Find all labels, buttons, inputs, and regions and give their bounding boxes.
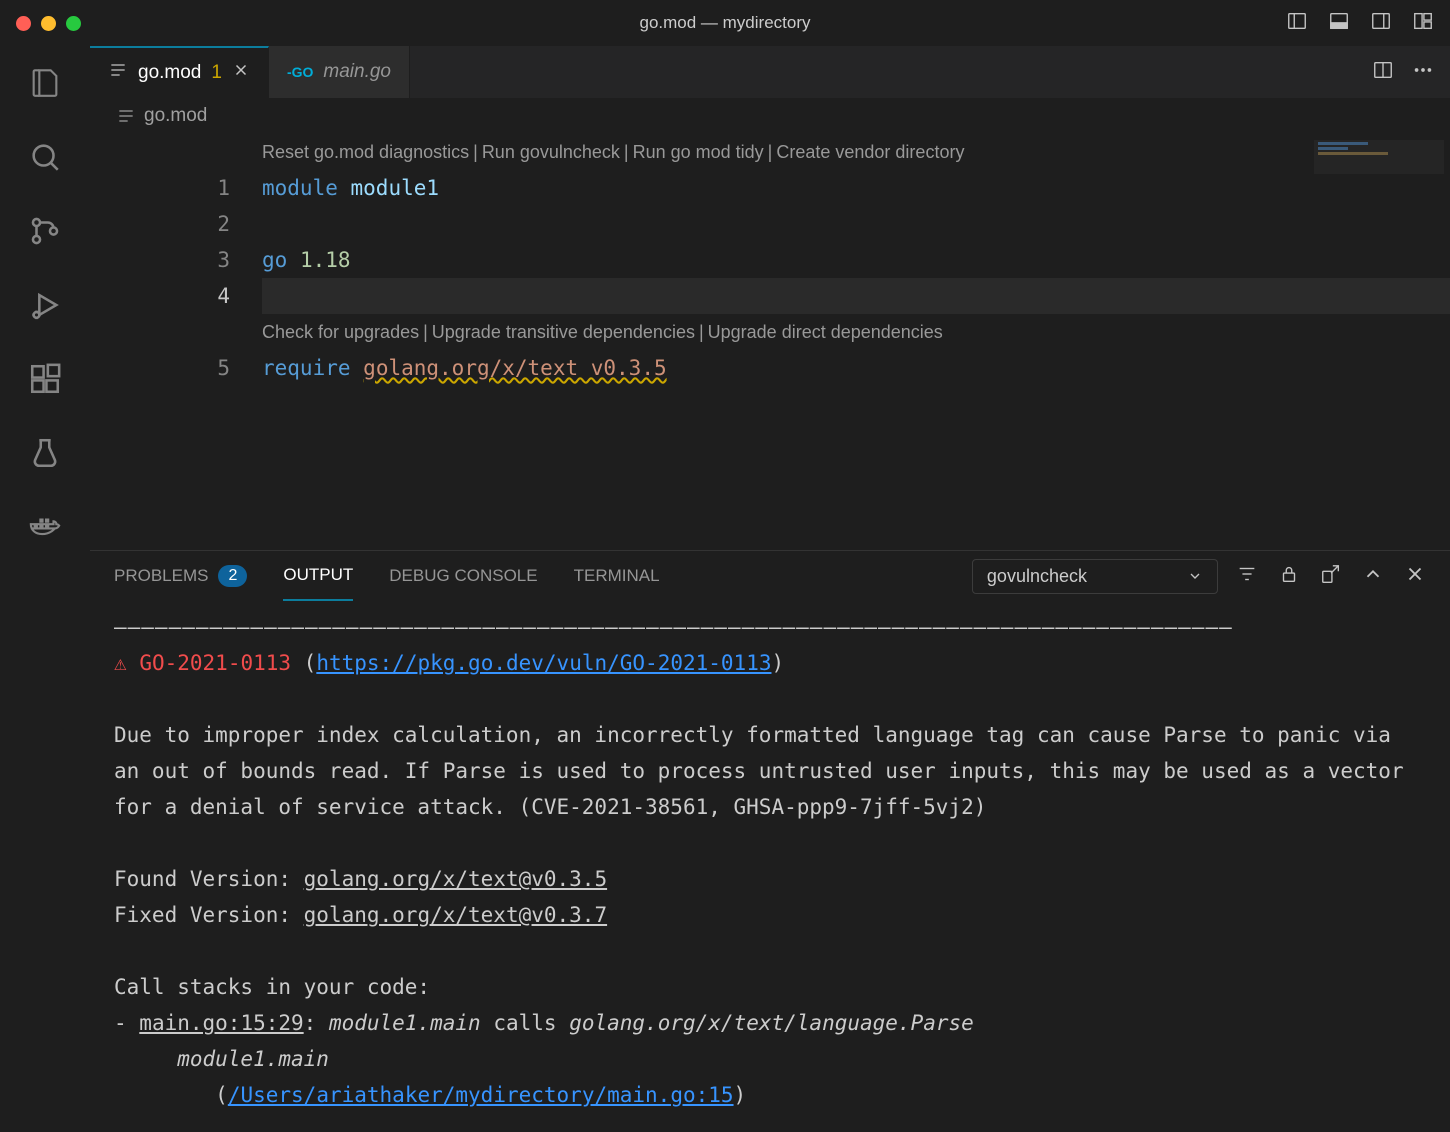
warning-icon: ⚠ [114,645,127,681]
call-stacks-label: Call stacks in your code: [114,975,430,999]
breadcrumb-file: go.mod [144,105,207,127]
panel-left-icon[interactable] [1286,10,1308,37]
minimap[interactable] [1314,140,1444,174]
tab-main-go[interactable]: -GO main.go [269,46,410,98]
titlebar: go.mod — mydirectory [0,0,1450,46]
window-controls [16,16,81,31]
stack-path-link[interactable]: /Users/ariathaker/mydirectory/main.go:15 [228,1083,734,1107]
close-tab-icon[interactable] [232,61,250,85]
code-content[interactable]: Reset go.mod diagnostics|Run govulncheck… [262,134,1450,550]
vuln-link[interactable]: https://pkg.go.dev/vuln/GO-2021-0113 [316,651,771,675]
output-divider: ————————————————————————————————————————… [114,615,1233,639]
stack-caller: module1.main [329,1011,481,1035]
bottom-panel: PROBLEMS 2 OUTPUT DEBUG CONSOLE TERMINAL… [90,550,1450,1132]
dirty-indicator: 1 [211,62,222,84]
chevron-up-icon[interactable] [1362,563,1384,590]
found-version-value: golang.org/x/text@v0.3.5 [304,867,607,891]
codelens-row-2[interactable]: Check for upgrades|Upgrade transitive de… [262,314,1450,350]
testing-icon[interactable] [26,434,64,472]
breadcrumb[interactable]: go.mod [90,98,1450,134]
file-icon [116,106,136,126]
vuln-description: Due to improper index calculation, an in… [114,723,1416,819]
panel-tab-debug-console[interactable]: DEBUG CONSOLE [389,551,537,601]
source-control-icon[interactable] [26,212,64,250]
close-panel-icon[interactable] [1404,563,1426,590]
activity-bar [0,46,90,1132]
tab-label: go.mod [138,62,201,84]
window-title: go.mod — mydirectory [640,13,811,33]
explorer-icon[interactable] [26,64,64,102]
search-icon[interactable] [26,138,64,176]
line-numbers: 1 2 3 4 5 [90,134,262,550]
more-actions-icon[interactable] [1412,59,1434,86]
chevron-down-icon [1187,568,1203,584]
panel-tab-output[interactable]: OUTPUT [283,551,353,601]
found-version-label: Found Version: [114,867,304,891]
code-editor[interactable]: 1 2 3 4 5 Reset go.mod diagnostics|Run g… [90,134,1450,550]
vuln-id: GO-2021-0113 [139,651,291,675]
output-channel-select[interactable]: govulncheck [972,559,1218,594]
panel-tab-terminal[interactable]: TERMINAL [574,551,660,601]
layout-icon[interactable] [1412,10,1434,37]
tabs-actions [1356,46,1450,98]
panel-right-icon[interactable] [1370,10,1392,37]
editor-group: go.mod 1 -GO main.go go.mod [90,46,1450,1132]
file-icon [108,60,128,86]
extensions-icon[interactable] [26,360,64,398]
stack-location[interactable]: main.go:15:29 [139,1011,303,1035]
stack-callee: golang.org/x/text/language.Parse [569,1011,974,1035]
maximize-window-button[interactable] [66,16,81,31]
stack-frame: module1.main [177,1047,329,1071]
minimize-window-button[interactable] [41,16,56,31]
tab-label: main.go [323,61,391,83]
lock-scroll-icon[interactable] [1278,563,1300,590]
problems-badge: 2 [218,565,247,587]
fixed-version-label: Fixed Version: [114,903,304,927]
panel-bottom-icon[interactable] [1328,10,1350,37]
run-debug-icon[interactable] [26,286,64,324]
output-body[interactable]: ————————————————————————————————————————… [90,601,1450,1132]
titlebar-actions [1286,10,1434,37]
close-window-button[interactable] [16,16,31,31]
docker-icon[interactable] [26,508,64,546]
tab-go-mod[interactable]: go.mod 1 [90,46,269,98]
panel-tabs: PROBLEMS 2 OUTPUT DEBUG CONSOLE TERMINAL… [90,551,1450,601]
panel-tab-problems[interactable]: PROBLEMS 2 [114,551,247,601]
clear-output-icon[interactable] [1320,563,1342,590]
editor-tabs: go.mod 1 -GO main.go [90,46,1450,98]
filter-icon[interactable] [1236,563,1258,590]
codelens-row-1[interactable]: Reset go.mod diagnostics|Run govulncheck… [262,134,1450,170]
fixed-version-value: golang.org/x/text@v0.3.7 [304,903,607,927]
go-file-icon: -GO [287,64,313,80]
split-editor-icon[interactable] [1372,59,1394,86]
